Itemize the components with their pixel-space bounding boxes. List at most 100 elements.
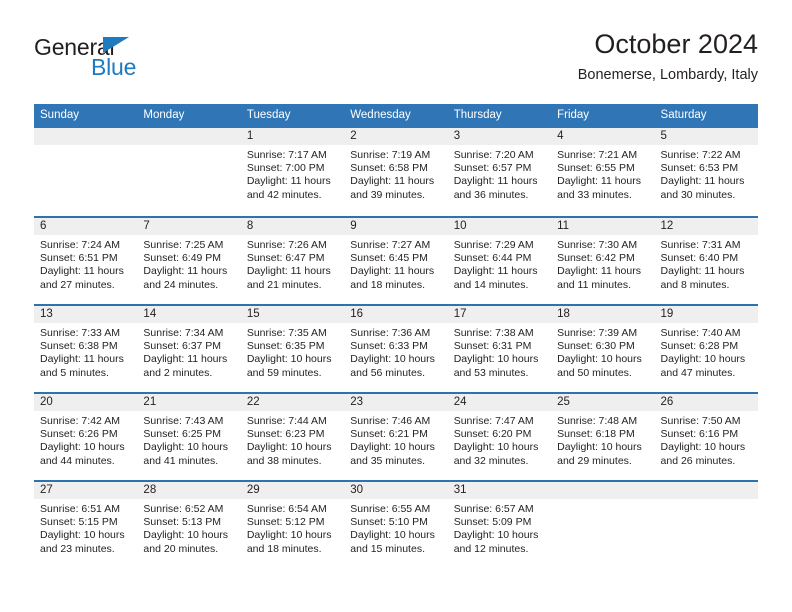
day-cell-27[interactable]: 27 Sunrise: 6:51 AM Sunset: 5:15 PM Dayligh… bbox=[34, 482, 138, 568]
day-cell-18[interactable]: 18 Sunrise: 7:39 AM Sunset: 6:30 PM Dayligh… bbox=[551, 306, 655, 392]
day-cell-21[interactable]: 21 Sunrise: 7:43 AM Sunset: 6:25 PM Dayligh… bbox=[137, 394, 241, 480]
day-details: Sunrise: 7:44 AM Sunset: 6:23 PM Daylight:… bbox=[241, 411, 344, 468]
day-cell-24[interactable]: 24 Sunrise: 7:47 AM Sunset: 6:20 PM Dayligh… bbox=[447, 394, 552, 480]
day-number: 23 bbox=[344, 394, 448, 411]
day-detail-line: and 50 minutes. bbox=[557, 366, 632, 379]
day-number bbox=[654, 482, 758, 499]
page-subtitle: Bonemerse, Lombardy, Italy bbox=[577, 67, 758, 83]
day-cell-22[interactable]: 22 Sunrise: 7:44 AM Sunset: 6:23 PM Dayligh… bbox=[240, 394, 345, 480]
day-detail-line: Sunrise: 7:31 AM bbox=[660, 239, 741, 251]
day-cell-28[interactable]: 28 Sunrise: 6:52 AM Sunset: 5:13 PM Dayligh… bbox=[137, 482, 241, 568]
day-cell-26[interactable]: 26 Sunrise: 7:50 AM Sunset: 6:16 PM Dayligh… bbox=[654, 394, 758, 480]
day-cell-3[interactable]: 3 Sunrise: 7:20 AM Sunset: 6:57 PM Daylight… bbox=[447, 128, 552, 216]
weekday-header-saturday: Saturday bbox=[660, 109, 707, 121]
day-cell-empty bbox=[34, 128, 138, 216]
day-detail-line: Sunrise: 6:51 AM bbox=[40, 503, 120, 515]
day-detail-line: Daylight: 10 hours bbox=[453, 529, 539, 542]
calendar-page: General Blue October 2024 Bonemerse, Lom… bbox=[0, 0, 792, 612]
day-detail-line: Daylight: 10 hours bbox=[246, 441, 332, 454]
day-detail-line: Daylight: 10 hours bbox=[350, 529, 435, 542]
day-detail-line: Daylight: 10 hours bbox=[557, 353, 642, 366]
day-detail-line: Sunrise: 7:27 AM bbox=[350, 239, 431, 251]
calendar-table: Sunday Monday Tuesday Wednesday Thursday Frid… bbox=[34, 104, 758, 568]
day-cell-16[interactable]: 16 Sunrise: 7:36 AM Sunset: 6:33 PM Dayligh… bbox=[344, 306, 448, 392]
day-detail-line: Sunrise: 7:26 AM bbox=[246, 239, 327, 251]
day-detail-line: Sunset: 6:28 PM bbox=[660, 340, 739, 353]
day-details: Sunrise: 6:52 AM Sunset: 5:13 PM Daylight:… bbox=[137, 499, 240, 556]
day-cell-29[interactable]: 29 Sunrise: 6:54 AM Sunset: 5:12 PM Dayligh… bbox=[240, 482, 345, 568]
day-detail-line: Sunset: 6:35 PM bbox=[246, 340, 325, 353]
day-detail-line: Sunrise: 7:46 AM bbox=[350, 415, 431, 427]
day-detail-line: Daylight: 10 hours bbox=[453, 353, 539, 366]
day-details: Sunrise: 6:55 AM Sunset: 5:10 PM Daylight:… bbox=[344, 499, 447, 556]
day-number: 12 bbox=[654, 218, 758, 235]
day-detail-line: Sunrise: 6:54 AM bbox=[246, 503, 327, 515]
day-number: 20 bbox=[34, 394, 138, 411]
day-details bbox=[34, 145, 137, 149]
day-cell-5[interactable]: 5 Sunrise: 7:22 AM Sunset: 6:53 PM Daylight… bbox=[654, 128, 758, 216]
page-header: General Blue October 2024 Bonemerse, Lom… bbox=[34, 28, 758, 96]
day-cell-31[interactable]: 31 Sunrise: 6:57 AM Sunset: 5:09 PM Dayligh… bbox=[447, 482, 552, 568]
day-detail-line: Daylight: 10 hours bbox=[246, 529, 332, 542]
day-detail-line: Daylight: 10 hours bbox=[40, 529, 125, 542]
day-detail-line: Sunrise: 7:39 AM bbox=[557, 327, 638, 339]
day-detail-line: Sunrise: 7:40 AM bbox=[660, 327, 741, 339]
weekday-header-tuesday: Tuesday bbox=[246, 109, 291, 121]
day-number: 11 bbox=[551, 218, 655, 235]
day-number: 17 bbox=[447, 306, 552, 323]
day-cell-2[interactable]: 2 Sunrise: 7:19 AM Sunset: 6:58 PM Daylight… bbox=[344, 128, 448, 216]
day-detail-line: Daylight: 10 hours bbox=[660, 353, 746, 366]
day-details: Sunrise: 7:30 AM Sunset: 6:42 PM Daylight:… bbox=[551, 235, 654, 292]
day-detail-line: Sunset: 6:18 PM bbox=[557, 428, 635, 441]
day-cell-20[interactable]: 20 Sunrise: 7:42 AM Sunset: 6:26 PM Dayligh… bbox=[34, 394, 138, 480]
day-detail-line: and 26 minutes. bbox=[660, 454, 736, 467]
day-cell-17[interactable]: 17 Sunrise: 7:38 AM Sunset: 6:31 PM Dayligh… bbox=[447, 306, 552, 392]
day-detail-line: Sunset: 5:12 PM bbox=[246, 516, 325, 529]
day-detail-line: and 41 minutes. bbox=[143, 454, 219, 467]
day-detail-line: Sunrise: 7:20 AM bbox=[453, 149, 534, 161]
day-cell-23[interactable]: 23 Sunrise: 7:46 AM Sunset: 6:21 PM Dayligh… bbox=[344, 394, 448, 480]
day-detail-line: Daylight: 11 hours bbox=[143, 265, 228, 278]
day-details: Sunrise: 7:19 AM Sunset: 6:58 PM Daylight:… bbox=[344, 145, 447, 202]
day-detail-line: Sunset: 6:30 PM bbox=[557, 340, 635, 353]
day-detail-line: Sunrise: 7:24 AM bbox=[40, 239, 120, 251]
day-number: 10 bbox=[447, 218, 552, 235]
day-details: Sunrise: 7:46 AM Sunset: 6:21 PM Daylight:… bbox=[344, 411, 447, 468]
day-detail-line: Sunrise: 6:57 AM bbox=[453, 503, 534, 515]
day-detail-line: and 20 minutes. bbox=[143, 542, 219, 555]
day-cell-13[interactable]: 13 Sunrise: 7:33 AM Sunset: 6:38 PM Dayligh… bbox=[34, 306, 138, 392]
day-number: 8 bbox=[240, 218, 345, 235]
day-detail-line: Sunrise: 7:19 AM bbox=[350, 149, 431, 161]
day-number: 15 bbox=[240, 306, 345, 323]
day-details: Sunrise: 7:38 AM Sunset: 6:31 PM Daylight:… bbox=[448, 323, 551, 380]
day-cell-10[interactable]: 10 Sunrise: 7:29 AM Sunset: 6:44 PM Dayligh… bbox=[447, 218, 552, 304]
day-detail-line: Sunset: 6:31 PM bbox=[453, 340, 532, 353]
day-cell-4[interactable]: 4 Sunrise: 7:21 AM Sunset: 6:55 PM Daylight… bbox=[551, 128, 655, 216]
day-cell-7[interactable]: 7 Sunrise: 7:25 AM Sunset: 6:49 PM Daylight… bbox=[137, 218, 241, 304]
day-cell-11[interactable]: 11 Sunrise: 7:30 AM Sunset: 6:42 PM Dayligh… bbox=[551, 218, 655, 304]
calendar-weeks: 1 Sunrise: 7:17 AM Sunset: 7:00 PM Daylight… bbox=[34, 128, 758, 568]
day-cell-25[interactable]: 25 Sunrise: 7:48 AM Sunset: 6:18 PM Dayligh… bbox=[551, 394, 655, 480]
day-cell-19[interactable]: 19 Sunrise: 7:40 AM Sunset: 6:28 PM Dayligh… bbox=[654, 306, 758, 392]
general-blue-logo: General Blue bbox=[34, 34, 214, 90]
weekday-header-sunday: Sunday bbox=[40, 109, 80, 121]
day-detail-line: Sunset: 6:45 PM bbox=[350, 252, 428, 265]
day-cell-14[interactable]: 14 Sunrise: 7:34 AM Sunset: 6:37 PM Dayligh… bbox=[137, 306, 241, 392]
day-cell-30[interactable]: 30 Sunrise: 6:55 AM Sunset: 5:10 PM Dayligh… bbox=[344, 482, 448, 568]
day-details: Sunrise: 7:27 AM Sunset: 6:45 PM Daylight:… bbox=[344, 235, 447, 292]
day-detail-line: Daylight: 11 hours bbox=[143, 353, 228, 366]
day-cell-8[interactable]: 8 Sunrise: 7:26 AM Sunset: 6:47 PM Daylight… bbox=[240, 218, 345, 304]
day-number: 14 bbox=[137, 306, 241, 323]
day-detail-line: Sunset: 5:15 PM bbox=[40, 516, 118, 529]
day-detail-line: Sunset: 6:55 PM bbox=[557, 162, 635, 175]
day-detail-line: Sunrise: 7:17 AM bbox=[246, 149, 327, 161]
day-cell-1[interactable]: 1 Sunrise: 7:17 AM Sunset: 7:00 PM Daylight… bbox=[240, 128, 345, 216]
day-detail-line: Daylight: 11 hours bbox=[557, 175, 641, 188]
day-cell-9[interactable]: 9 Sunrise: 7:27 AM Sunset: 6:45 PM Daylight… bbox=[344, 218, 448, 304]
day-cell-15[interactable]: 15 Sunrise: 7:35 AM Sunset: 6:35 PM Dayligh… bbox=[240, 306, 345, 392]
day-detail-line: Sunrise: 7:43 AM bbox=[143, 415, 224, 427]
day-details: Sunrise: 7:29 AM Sunset: 6:44 PM Daylight:… bbox=[448, 235, 551, 292]
day-detail-line: Daylight: 10 hours bbox=[350, 441, 435, 454]
day-cell-6[interactable]: 6 Sunrise: 7:24 AM Sunset: 6:51 PM Daylight… bbox=[34, 218, 138, 304]
day-cell-12[interactable]: 12 Sunrise: 7:31 AM Sunset: 6:40 PM Dayligh… bbox=[654, 218, 758, 304]
